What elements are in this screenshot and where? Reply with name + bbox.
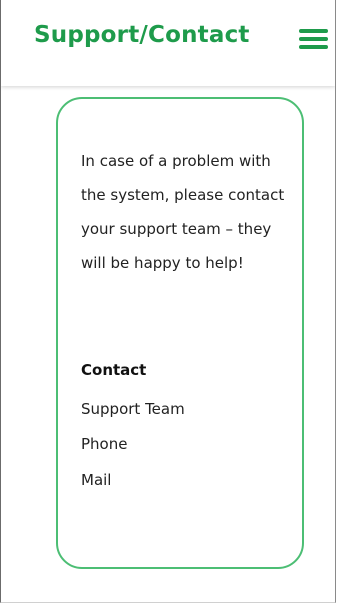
page-title: Support/Contact <box>34 22 250 48</box>
app-header: Support/Contact <box>1 0 335 86</box>
support-card: In case of a problem with the system, pl… <box>56 97 304 569</box>
hamburger-menu-icon[interactable] <box>299 29 328 49</box>
menu-bar-middle <box>299 37 328 41</box>
contact-support-team: Support Team <box>81 400 185 418</box>
contact-mail: Mail <box>81 471 112 489</box>
app-screen: Support/Contact In case of a problem wit… <box>0 0 336 603</box>
support-message: In case of a problem with the system, pl… <box>81 152 285 272</box>
menu-bar-bottom <box>299 45 328 49</box>
contact-heading: Contact <box>81 361 147 379</box>
contact-phone: Phone <box>81 435 128 453</box>
menu-bar-top <box>299 29 328 33</box>
